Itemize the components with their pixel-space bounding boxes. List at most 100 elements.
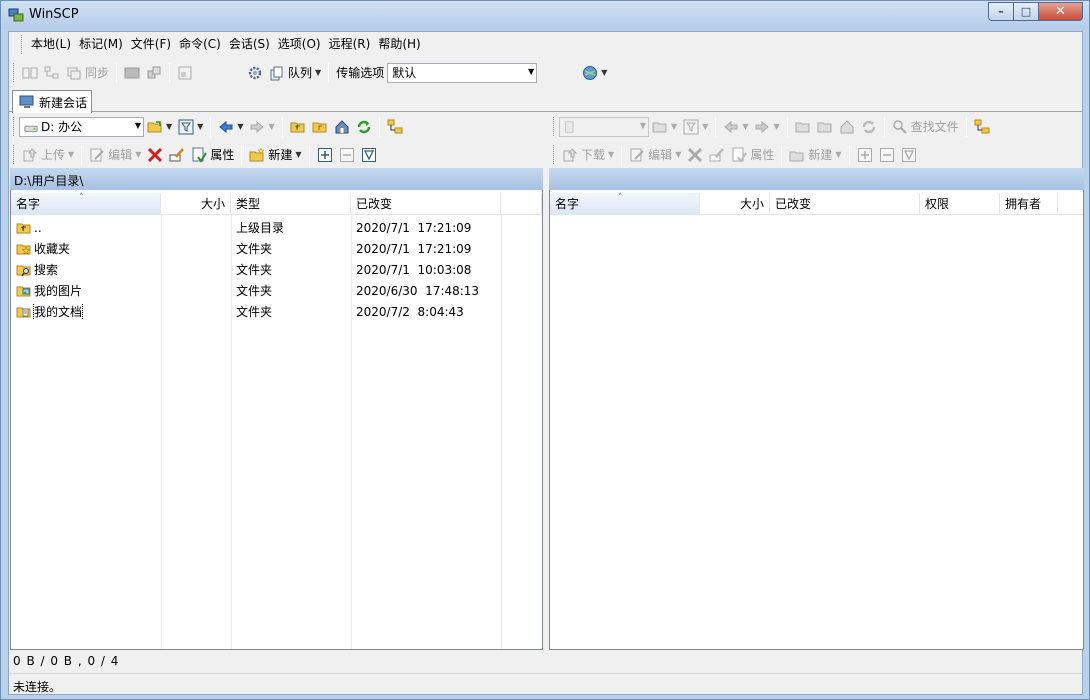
menu-options[interactable]: 选项(O) <box>274 32 325 57</box>
title-bar[interactable]: WinSCP – □ ✕ <box>1 1 1089 29</box>
menu-grip[interactable] <box>21 35 24 54</box>
preferences-button[interactable] <box>244 62 266 84</box>
toolbar-grip[interactable] <box>13 145 16 164</box>
new-item-button[interactable]: 新建 ▼ <box>246 144 304 166</box>
local-column-changed[interactable]: 已改变 <box>351 193 501 215</box>
menu-file[interactable]: 文件(F) <box>127 32 175 57</box>
remote-column-changed[interactable]: 已改变 <box>770 193 920 215</box>
tree-button[interactable] <box>41 62 63 84</box>
remote-path-bar[interactable] <box>549 168 1084 190</box>
table-row[interactable]: 我的文档 文件夹 2020/7/2 8:04:43 <box>11 301 542 322</box>
parent-folder-icon <box>290 122 305 132</box>
remote-column-name[interactable]: 名字 ˄ <box>550 193 700 215</box>
remote-forward-button[interactable]: ▼ <box>751 116 782 138</box>
edit-button[interactable]: 编辑 ▼ <box>86 144 144 166</box>
preferences-panel-button[interactable] <box>174 62 196 84</box>
status-bar: 未连接。 <box>9 673 1082 695</box>
remote-home-directory-button[interactable] <box>836 116 858 138</box>
remote-tree-view-button[interactable] <box>971 116 993 138</box>
close-button[interactable]: ✕ <box>1039 2 1083 21</box>
remote-properties-button[interactable]: 属性 <box>728 144 777 166</box>
minimize-button[interactable]: – <box>988 2 1014 21</box>
toolbar-grip[interactable] <box>553 145 556 164</box>
remote-back-button[interactable]: ▼ <box>720 116 751 138</box>
root-directory-button[interactable] <box>309 116 331 138</box>
menu-session[interactable]: 会话(S) <box>225 32 274 57</box>
chevron-down-icon: ▼ <box>835 150 842 159</box>
local-column-extra[interactable] <box>501 193 542 215</box>
remote-edit-button[interactable]: 编辑 ▼ <box>626 144 684 166</box>
remote-column-size[interactable]: 大小 <box>700 193 770 215</box>
remote-filter-button[interactable]: ▼ <box>680 116 711 138</box>
maximize-icon: □ <box>1020 5 1032 18</box>
compare-dirs-button[interactable] <box>19 62 41 84</box>
column-label: 大小 <box>739 197 764 211</box>
remote-open-directory-button[interactable]: ▼ <box>649 116 680 138</box>
maximize-button[interactable]: □ <box>1014 2 1039 21</box>
remote-parent-directory-button[interactable] <box>792 116 814 138</box>
remote-column-rights[interactable]: 权限 <box>920 193 1000 215</box>
putty-button[interactable] <box>143 62 165 84</box>
table-row[interactable]: 我的图片 文件夹 2020/6/30 17:48:13 <box>11 280 542 301</box>
toolbar-grip[interactable] <box>13 63 16 82</box>
remote-delete-button[interactable] <box>684 144 706 166</box>
select-files-button[interactable] <box>314 144 336 166</box>
unselect-files-button[interactable] <box>336 144 358 166</box>
menu-mark[interactable]: 标记(M) <box>75 32 127 57</box>
open-directory-button[interactable]: ▼ <box>144 116 175 138</box>
upload-button[interactable]: 上传 ▼ <box>19 144 77 166</box>
table-row[interactable]: 收藏夹 文件夹 2020/7/1 17:21:09 <box>11 238 542 259</box>
remote-refresh-button[interactable] <box>858 116 880 138</box>
remote-rename-button[interactable] <box>706 144 728 166</box>
column-label: 权限 <box>925 197 950 211</box>
local-column-name[interactable]: 名字 ˄ <box>11 193 161 215</box>
table-row[interactable]: 搜索 文件夹 2020/7/1 10:03:08 <box>11 259 542 280</box>
console-button[interactable] <box>121 62 143 84</box>
tree-view-button[interactable] <box>384 116 406 138</box>
remote-select-all-button[interactable] <box>898 144 920 166</box>
remote-directory-select[interactable]: ▼ <box>559 116 649 137</box>
menu-local[interactable]: 本地(L) <box>27 32 75 57</box>
remote-select-files-button[interactable] <box>854 144 876 166</box>
transfer-preset-select[interactable]: 默认 ▼ <box>387 62 538 83</box>
remote-root-directory-button[interactable] <box>814 116 836 138</box>
remote-new-item-button[interactable]: 新建 ▼ <box>786 144 844 166</box>
new-folder-icon <box>249 146 265 161</box>
menu-remote[interactable]: 远程(R) <box>325 32 375 57</box>
local-path-bar[interactable]: D:\用户目录\ <box>10 168 543 190</box>
queue-button[interactable]: 队列 ▼ <box>266 62 324 84</box>
parent-directory-button[interactable] <box>287 116 309 138</box>
delete-button[interactable] <box>144 144 166 166</box>
download-button[interactable]: 下载 ▼ <box>559 144 617 166</box>
toolbar-separator <box>848 144 850 165</box>
remote-properties-label: 属性 <box>750 148 775 162</box>
menu-commands[interactable]: 命令(C) <box>175 32 225 57</box>
local-drive-select[interactable]: D: 办公 ▼ <box>19 116 144 137</box>
home-directory-button[interactable] <box>331 116 353 138</box>
back-button[interactable]: ▼ <box>215 116 246 138</box>
rename-button[interactable] <box>166 144 188 166</box>
filter-button[interactable]: ▼ <box>175 116 206 138</box>
menu-help[interactable]: 帮助(H) <box>374 32 424 57</box>
toolbar-grip[interactable] <box>553 117 556 136</box>
remote-column-owner[interactable]: 拥有者 <box>1000 193 1058 215</box>
plus-icon <box>857 147 872 162</box>
local-column-type[interactable]: 类型 <box>231 193 351 215</box>
chevron-down-icon: ▼ <box>773 122 780 131</box>
properties-button[interactable]: 属性 <box>188 144 237 166</box>
remote-file-panel[interactable]: 名字 ˄ 大小 已改变 权限 拥有者 <box>549 168 1084 650</box>
sync-button[interactable]: 同步 <box>63 62 112 84</box>
tab-new-session[interactable]: 新建会话 <box>12 90 92 113</box>
refresh-button[interactable] <box>353 116 375 138</box>
select-all-button[interactable] <box>358 144 380 166</box>
local-file-panel[interactable]: 名字 ˄ 大小 类型 已改变 .. 上级目录 2020/7/1 17:21:09… <box>10 168 543 650</box>
forward-button[interactable]: ▼ <box>246 116 277 138</box>
table-row[interactable]: .. 上级目录 2020/7/1 17:21:09 <box>11 217 542 238</box>
new-session-globe-button[interactable]: ▼ <box>579 62 610 84</box>
local-column-size[interactable]: 大小 <box>161 193 231 215</box>
toolbar-grip[interactable] <box>13 117 16 136</box>
remote-action-toolbar: 下载 ▼ 编辑 ▼ 属性 新建 ▼ <box>549 141 1084 168</box>
find-files-button[interactable]: 查找文件 <box>889 116 962 138</box>
remote-unselect-files-button[interactable] <box>876 144 898 166</box>
search-folder-icon <box>16 265 31 276</box>
